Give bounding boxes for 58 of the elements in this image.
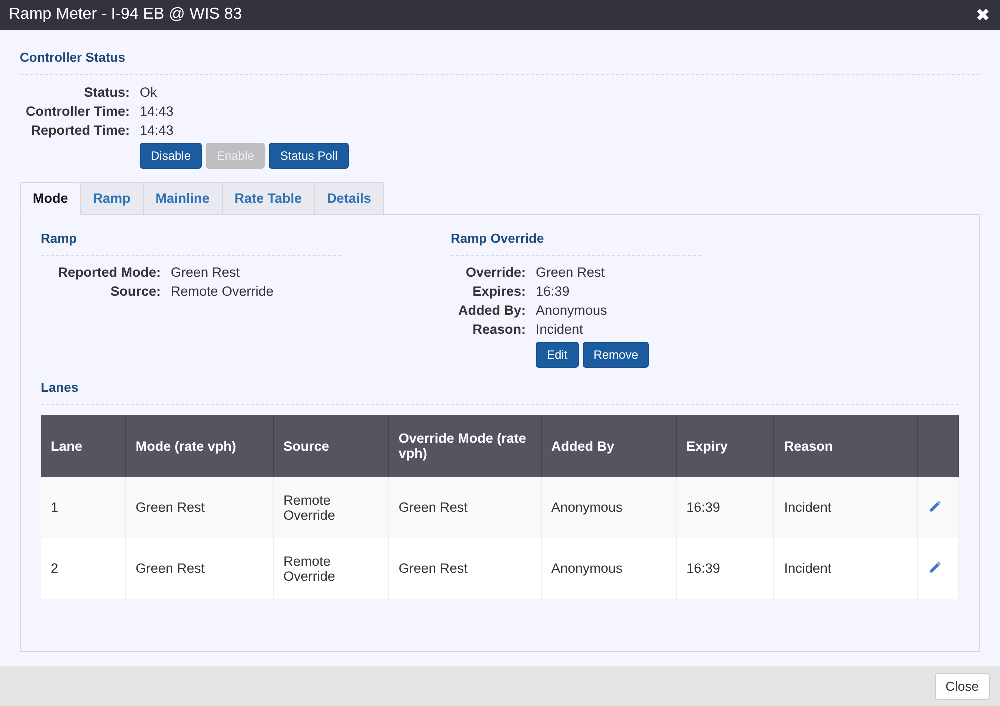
table-cell: Green Rest — [125, 477, 274, 538]
action-button[interactable]: Disable — [140, 143, 202, 169]
field-label: Controller Time: — [24, 104, 130, 119]
table-cell: Green Rest — [388, 538, 541, 599]
tab[interactable]: Details — [315, 182, 384, 215]
column-header: Override Mode (rate vph) — [388, 415, 541, 477]
table-cell: Green Rest — [388, 477, 541, 538]
field-value: Green Rest — [171, 265, 242, 280]
tab[interactable]: Mainline — [144, 182, 223, 215]
tab[interactable]: Mode — [20, 182, 82, 215]
action-button[interactable]: Status Poll — [269, 143, 349, 169]
table-cell: Incident — [774, 538, 918, 599]
table-cell: 1 — [41, 477, 126, 538]
column-header — [917, 415, 958, 477]
table-cell: Anonymous — [541, 538, 676, 599]
field-value: Anonymous — [536, 303, 608, 318]
field-value: Remote Override — [171, 284, 275, 299]
table-cell: Green Rest — [125, 538, 274, 599]
column-header: Source — [273, 415, 388, 477]
tab[interactable]: Rate Table — [222, 182, 316, 215]
field-label: Source: — [110, 284, 161, 299]
table-cell: Remote Override — [273, 477, 388, 538]
table-cell: 16:39 — [676, 538, 774, 599]
close-button[interactable]: Close — [934, 672, 990, 700]
action-button[interactable]: Remove — [582, 342, 650, 368]
field-value: 16:39 — [536, 284, 571, 299]
close-button[interactable]: ✖ — [976, 4, 990, 26]
tab[interactable]: Ramp — [81, 182, 144, 215]
edit-icon[interactable] — [928, 560, 943, 574]
field-value: 14:43 — [140, 104, 175, 119]
field-label: Override: — [464, 265, 526, 280]
field-value: 14:43 — [140, 123, 175, 138]
column-header: Expiry — [676, 415, 774, 477]
field-value: Green Rest — [536, 265, 606, 280]
section-heading: Ramp Override — [451, 225, 701, 256]
field-label: Expires: — [472, 284, 526, 299]
table-cell: 16:39 — [676, 477, 774, 538]
table-cell: Anonymous — [541, 477, 676, 538]
table-cell: 2 — [41, 538, 126, 599]
field-label: Reported Mode: — [57, 265, 161, 280]
table-cell: Remote Override — [273, 538, 388, 599]
field-label: Added By: — [458, 303, 526, 318]
column-header: Reason — [774, 415, 918, 477]
column-header: Lane — [41, 415, 126, 477]
field-value: Incident — [536, 322, 584, 337]
field-label: Reported Time: — [30, 123, 130, 138]
field-label: Reason: — [472, 322, 526, 337]
window-title: Ramp Meter - I-94 EB @ WIS 83 — [9, 6, 242, 24]
field-label: Status: — [83, 85, 130, 100]
column-header: Added By — [541, 415, 676, 477]
column-header: Mode (rate vph) — [125, 415, 274, 477]
section-heading: Ramp — [41, 225, 341, 256]
section-heading: Lanes — [41, 374, 959, 405]
action-button[interactable]: Edit — [536, 342, 579, 368]
section-heading: Controller Status — [20, 44, 980, 75]
edit-icon[interactable] — [928, 498, 943, 514]
field-value: Ok — [140, 85, 158, 100]
table-cell: Incident — [774, 477, 918, 538]
